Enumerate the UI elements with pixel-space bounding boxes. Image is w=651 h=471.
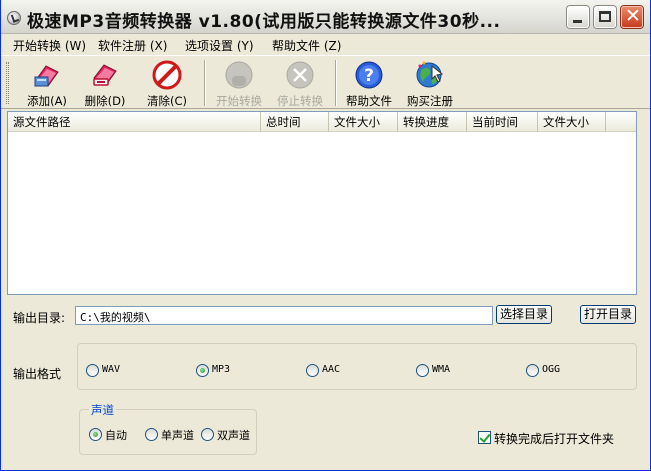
close-button[interactable]: ✕ [621,5,643,28]
menu-software-register[interactable]: 软件注册 (X) [98,37,167,54]
format-radio-label: OGG [542,364,561,375]
radio-dot [86,364,99,377]
help-file-button[interactable]: ? 帮助文件 [341,60,397,108]
delete-button[interactable]: 删除(D) [81,60,129,108]
maximize-button[interactable] [594,6,616,28]
menu-start-convert[interactable]: 开始转换 (W) [13,37,86,54]
buy-register-icon [416,61,444,88]
radio-dot [306,364,319,377]
maximize-icon [599,11,611,22]
minimize-icon [573,20,582,23]
channel-radio-label: 单声道 [161,429,194,442]
output-format-label: 输出格式 [13,367,62,381]
open-dir-button[interactable]: 打开目录 [580,305,636,324]
format-radio-label: WMA [432,364,451,375]
window-title: 极速MP3音频转换器 v1.80(试用版只能转换源文件30秒... [27,12,501,32]
column-header-output-size[interactable]: 文件大小 [538,112,606,132]
add-button[interactable]: 添加(A) [23,60,71,108]
menu-bar: 开始转换 (W) 软件注册 (X) 选项设置 (Y) 帮助文件 (Z) [1,34,650,55]
start-convert-icon [225,61,253,89]
buy-register-button-label: 购买注册 [407,94,453,108]
format-radio-label: AAC [322,364,341,375]
channel-group-legend: 声道 [89,402,116,418]
open-folder-after-label: 转换完成后打开文件夹 [494,432,615,446]
radio-dot [526,364,539,377]
menu-help-file[interactable]: 帮助文件 (Z) [272,37,341,54]
format-radio-label: WAV [102,364,121,375]
column-header-current-time[interactable]: 当前时间 [467,112,538,132]
stop-convert-button-label: 停止转换 [277,94,323,108]
column-header-total-time[interactable]: 总时间 [261,112,329,132]
clear-list-icon [152,60,182,90]
clear-button[interactable]: 清除(C) [143,60,191,108]
column-header-source-path[interactable]: 源文件路径 [8,112,261,132]
column-header-progress[interactable]: 转换进度 [398,112,467,132]
app-logo-icon [7,11,21,25]
title-bar[interactable]: 极速MP3音频转换器 v1.80(试用版只能转换源文件30秒... ✕ [1,0,650,34]
app-window: 极速MP3音频转换器 v1.80(试用版只能转换源文件30秒... ✕ 开始转换… [0,0,651,471]
delete-button-label: 删除(D) [84,94,126,108]
close-icon: ✕ [625,5,641,27]
radio-dot [89,428,102,441]
toolbar-grip[interactable] [6,62,9,104]
column-header-file-size[interactable]: 文件大小 [329,112,398,132]
radio-dot [196,364,209,377]
menu-options[interactable]: 选项设置 (Y) [185,37,254,54]
channel-group: 声道 自动 单声道 双声道 [79,402,257,455]
start-convert-button[interactable]: 开始转换 [211,60,267,108]
add-button-label: 添加(A) [27,94,67,108]
radio-dot [201,428,214,441]
output-format-group: WAV MP3 AAC WMA OGG [77,343,637,390]
file-list[interactable]: 源文件路径 总时间 文件大小 转换进度 当前时间 文件大小 [7,111,637,295]
minimize-button[interactable] [567,6,589,28]
choose-dir-button[interactable]: 选择目录 [496,305,552,324]
file-list-header: 源文件路径 总时间 文件大小 转换进度 当前时间 文件大小 [8,112,636,132]
toolbar-separator [335,60,337,106]
radio-dot [145,428,158,441]
add-files-icon [34,65,59,87]
help-icon: ? [355,61,383,89]
svg-text:?: ? [364,66,374,86]
output-dir-label: 输出目录: [13,311,66,325]
buy-register-button[interactable]: 购买注册 [402,60,458,108]
toolbar: 添加(A) 删除(D) 清除(C) 开始转换 停止转换 ? 帮助文件 购买注册 [1,55,650,109]
delete-file-icon [93,64,117,86]
radio-dot [416,364,429,377]
channel-radio-label: 双声道 [217,429,250,442]
output-dir-input[interactable]: C:\我的视频\ [75,306,493,325]
stop-convert-icon [286,61,314,89]
channel-radio-label: 自动 [105,429,127,442]
toolbar-separator [204,60,206,106]
start-convert-button-label: 开始转换 [216,94,262,108]
stop-convert-button[interactable]: 停止转换 [272,60,328,108]
help-file-button-label: 帮助文件 [346,94,392,108]
clear-button-label: 清除(C) [146,94,187,108]
checkbox-box [478,431,491,444]
format-radio-label: MP3 [212,364,231,375]
